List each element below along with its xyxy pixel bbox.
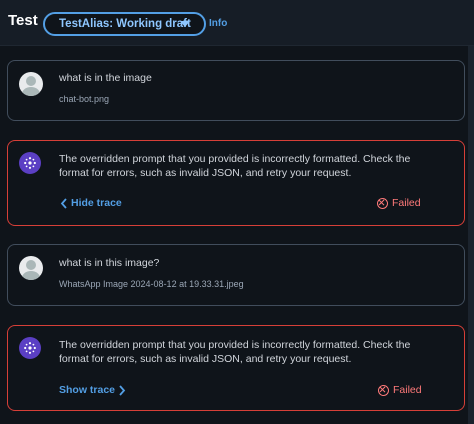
hide-trace-label: Hide trace xyxy=(71,197,122,209)
error-message-line-2: format for errors, such as invalid JSON,… xyxy=(59,353,352,365)
user-message-text: what is in the image xyxy=(59,72,152,84)
user-message-card: what is in the image chat-bot.png xyxy=(7,60,465,121)
error-message-line-1: The overridden prompt that you provided … xyxy=(59,339,411,351)
error-message-line-1: The overridden prompt that you provided … xyxy=(59,153,411,165)
chevron-right-icon xyxy=(119,384,126,396)
hide-trace-link[interactable]: Hide trace xyxy=(60,197,122,209)
error-circle-icon xyxy=(378,384,389,396)
panel-title: Test xyxy=(8,12,38,29)
info-link[interactable]: Info xyxy=(209,18,227,29)
status-badge: Failed xyxy=(378,384,422,396)
header-bar: Test TestAlias: Working draft Info xyxy=(0,0,474,46)
chevron-down-icon xyxy=(180,21,190,27)
error-circle-icon xyxy=(377,197,388,209)
status-text: Failed xyxy=(392,197,421,209)
status-text: Failed xyxy=(393,384,422,396)
error-message-line-2: format for errors, such as invalid JSON,… xyxy=(59,167,352,179)
show-trace-link[interactable]: Show trace xyxy=(59,384,126,396)
attachment-filename[interactable]: chat-bot.png xyxy=(59,94,109,104)
alias-select[interactable]: TestAlias: Working draft xyxy=(43,12,206,36)
alias-select-label: TestAlias: Working draft xyxy=(59,18,191,30)
status-badge: Failed xyxy=(377,197,421,209)
agent-icon xyxy=(19,152,41,174)
user-message-text: what is in this image? xyxy=(59,257,160,269)
user-message-card: what is in this image? WhatsApp Image 20… xyxy=(7,244,465,306)
agent-icon xyxy=(19,337,41,359)
show-trace-label: Show trace xyxy=(59,384,116,396)
agent-error-card: The overridden prompt that you provided … xyxy=(7,140,465,226)
user-avatar-icon xyxy=(19,256,43,280)
user-avatar-icon xyxy=(19,72,43,96)
chevron-left-icon xyxy=(60,197,67,209)
agent-error-card: The overridden prompt that you provided … xyxy=(7,325,465,411)
attachment-filename[interactable]: WhatsApp Image 2024-08-12 at 19.33.31.jp… xyxy=(59,279,244,289)
scrollbar[interactable] xyxy=(468,46,474,424)
